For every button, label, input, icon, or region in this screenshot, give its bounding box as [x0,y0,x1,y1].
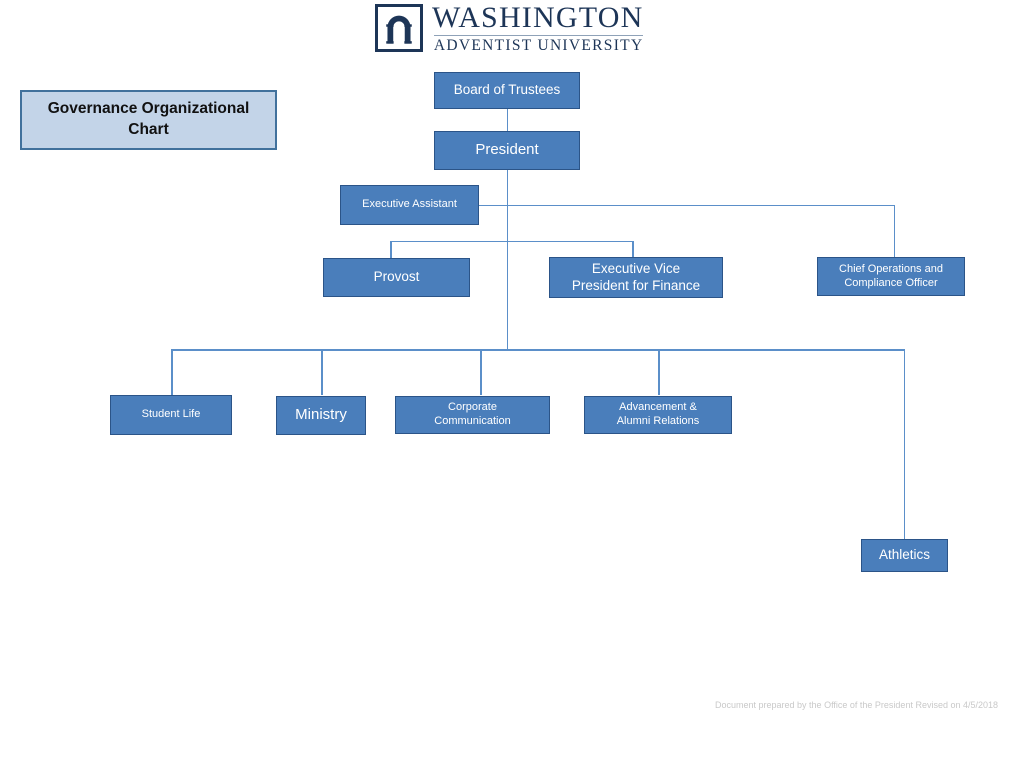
node-executive-assistant[interactable]: Executive Assistant [340,185,479,225]
node-advancement-alumni-relations[interactable]: Advancement & Alumni Relations [584,396,732,434]
node-board-of-trustees[interactable]: Board of Trustees [434,72,580,109]
org-chart-canvas: WASHINGTON ADVENTIST UNIVERSITY Governan… [0,0,1024,768]
document-footer-note: Document prepared by the Office of the P… [715,700,999,710]
node-ministry[interactable]: Ministry [276,396,366,435]
connector-exec-assistant-to-coco [893,204,895,258]
university-logo: WASHINGTON ADVENTIST UNIVERSITY [375,2,650,54]
logo-university-name: WASHINGTON [432,0,644,34]
node-president[interactable]: President [434,131,580,170]
connector-drop-corporate-communication [480,349,482,395]
connector-tier2-drop-evp-finance [632,240,634,259]
connector-tier2-drop-provost [390,240,392,259]
logo-divider [434,34,644,36]
connector-president-spine [506,170,508,350]
node-executive-vice-president-finance[interactable]: Executive Vice President for Finance [549,257,723,298]
node-corporate-communication[interactable]: Corporate Communication [395,396,550,434]
connector-drop-ministry [321,349,323,395]
connector-tier2-bus [390,240,633,242]
node-student-life[interactable]: Student Life [110,395,232,435]
node-athletics[interactable]: Athletics [861,539,948,572]
connector-drop-advancement [658,349,660,395]
connector-exec-assistant-horizontal [479,204,895,206]
node-chief-operations-compliance-officer[interactable]: Chief Operations and Compliance Officer [817,257,965,296]
connector-board-to-president [506,108,508,131]
arch-gateway-icon [375,4,423,52]
connector-drop-athletics [903,349,905,540]
connector-bottom-bus [171,349,905,351]
connector-drop-student-life [171,349,173,395]
chart-title-box: Governance Organizational Chart [20,90,277,150]
node-provost[interactable]: Provost [323,258,470,297]
logo-university-subtitle: ADVENTIST UNIVERSITY [433,36,644,54]
